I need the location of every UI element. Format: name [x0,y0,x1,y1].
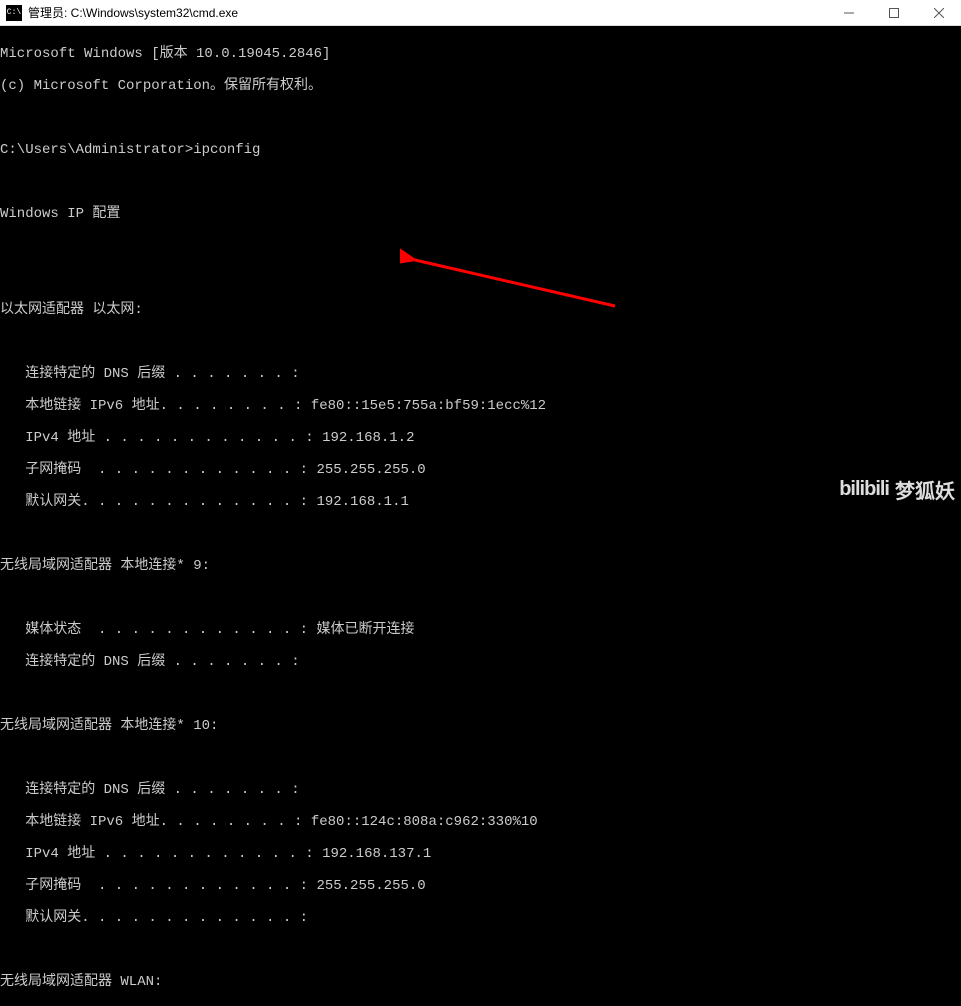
label: 本地链接 IPv6 地址. . . . . . . . : [0,814,311,830]
cmd-icon: C:\ [6,5,22,21]
blank-line [0,686,961,702]
bilibili-logo-icon: bilibili [839,478,889,501]
kv-line: 连接特定的 DNS 后缀 . . . . . . . : [0,654,961,670]
kv-line: 连接特定的 DNS 后缀 . . . . . . . : [0,366,961,382]
close-button[interactable] [916,0,961,26]
kv-line: 子网掩码 . . . . . . . . . . . . : 255.255.2… [0,462,961,478]
kv-line: 默认网关. . . . . . . . . . . . . : [0,910,961,926]
blank-line [0,590,961,606]
window-title: 管理员: C:\Windows\system32\cmd.exe [28,4,826,21]
minimize-icon [844,8,854,18]
banner-line: (c) Microsoft Corporation。保留所有权利。 [0,78,961,94]
blank-line [0,270,961,286]
label: 本地链接 IPv6 地址. . . . . . . . : [0,398,311,414]
banner-line: Microsoft Windows [版本 10.0.19045.2846] [0,46,961,62]
terminal-output[interactable]: Microsoft Windows [版本 10.0.19045.2846] (… [0,26,961,1006]
value: fe80::15e5:755a:bf59:1ecc%12 [311,398,546,414]
label: 连接特定的 DNS 后缀 . . . . . . . : [0,366,300,382]
close-icon [934,8,944,18]
adapter-title: 无线局域网适配器 本地连接* 9: [0,558,961,574]
watermark: bilibili 梦狐妖 [839,475,955,504]
kv-line: 连接特定的 DNS 后缀 . . . . . . . : [0,782,961,798]
section-heading: Windows IP 配置 [0,206,961,222]
window-titlebar: C:\ 管理员: C:\Windows\system32\cmd.exe [0,0,961,26]
label: 媒体状态 . . . . . . . . . . . . : [0,622,316,638]
kv-line: 媒体状态 . . . . . . . . . . . . : 媒体已断开连接 [0,622,961,638]
label: 子网掩码 . . . . . . . . . . . . : [0,878,316,894]
prompt-line: C:\Users\Administrator>ipconfig [0,142,961,158]
kv-line: IPv4 地址 . . . . . . . . . . . . : 192.16… [0,846,961,862]
maximize-button[interactable] [871,0,916,26]
minimize-button[interactable] [826,0,871,26]
blank-line [0,750,961,766]
blank-line [0,334,961,350]
label: IPv4 地址 . . . . . . . . . . . . : [0,430,322,446]
label: 默认网关. . . . . . . . . . . . . : [0,910,308,926]
label: 子网掩码 . . . . . . . . . . . . : [0,462,316,478]
kv-line: IPv4 地址 . . . . . . . . . . . . : 192.16… [0,430,961,446]
blank-line [0,942,961,958]
label: IPv4 地址 . . . . . . . . . . . . : [0,846,322,862]
adapter-title: 无线局域网适配器 本地连接* 10: [0,718,961,734]
blank-line [0,526,961,542]
prompt: C:\Users\Administrator> [0,142,193,158]
adapter-title: 以太网适配器 以太网: [0,302,961,318]
blank-line [0,174,961,190]
command: ipconfig [193,142,260,158]
kv-line: 子网掩码 . . . . . . . . . . . . : 255.255.2… [0,878,961,894]
maximize-icon [889,8,899,18]
label: 连接特定的 DNS 后缀 . . . . . . . : [0,654,300,670]
blank-line [0,110,961,126]
value: 192.168.1.2 [322,430,414,446]
kv-line: 本地链接 IPv6 地址. . . . . . . . : fe80::15e5… [0,398,961,414]
value: 媒体已断开连接 [316,622,414,638]
adapter-title: 无线局域网适配器 WLAN: [0,974,961,990]
value: fe80::124c:808a:c962:330%10 [311,814,538,830]
blank-line [0,238,961,254]
label: 连接特定的 DNS 后缀 . . . . . . . : [0,782,300,798]
watermark-name: 梦狐妖 [895,475,955,504]
value: 255.255.255.0 [316,878,425,894]
kv-line: 本地链接 IPv6 地址. . . . . . . . : fe80::124c… [0,814,961,830]
value: 192.168.137.1 [322,846,431,862]
value: 255.255.255.0 [316,462,425,478]
